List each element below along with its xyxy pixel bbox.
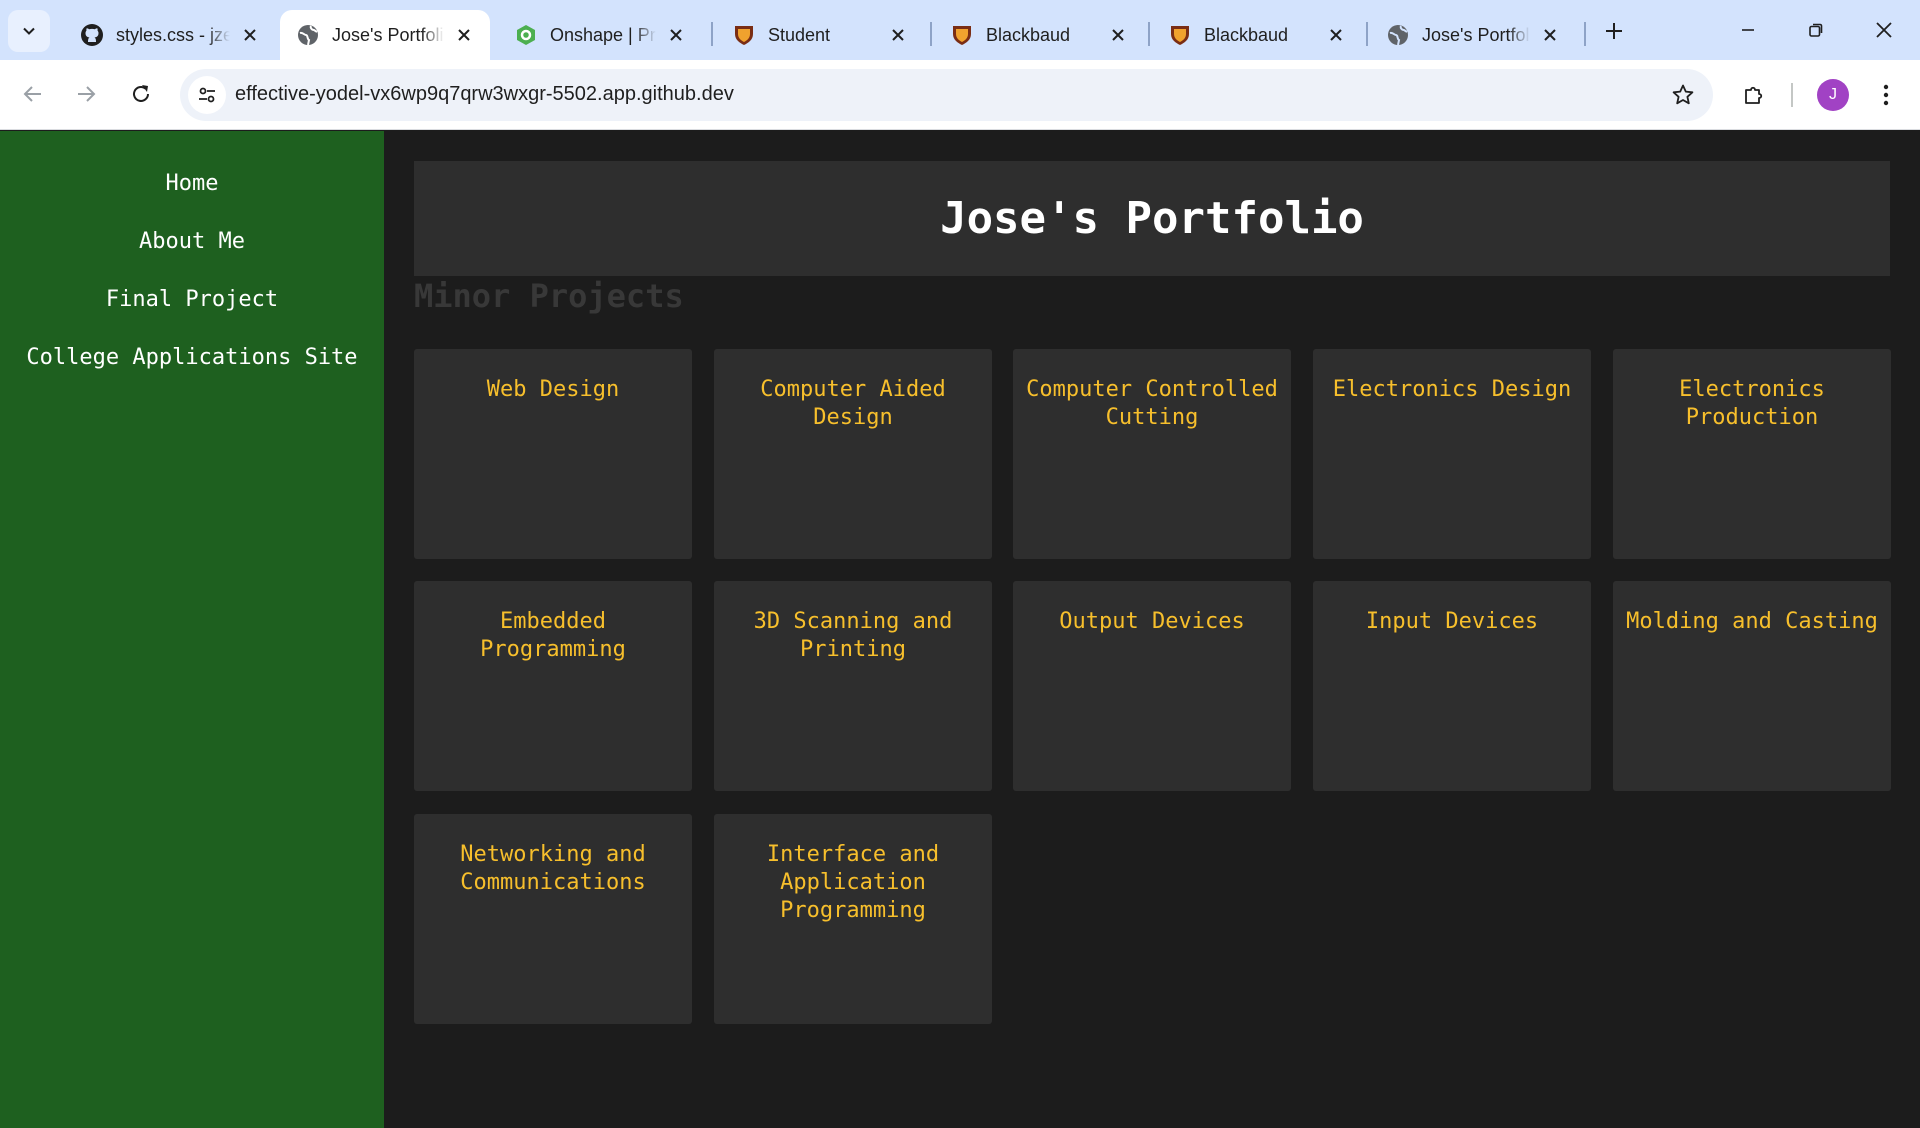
chevron-down-icon	[23, 27, 35, 35]
restore-button[interactable]	[1790, 8, 1842, 52]
bookmark-button[interactable]	[1669, 81, 1697, 109]
project-card-label: Interface and Application Programming	[766, 842, 940, 923]
project-card-embedded-programming[interactable]: Embedded Programming	[414, 581, 692, 791]
tab-styles-css[interactable]: styles.css - jzeledon	[64, 10, 276, 60]
project-card-computer-controlled-cutting[interactable]: Computer Controlled Cutting	[1013, 349, 1291, 559]
tab-blackbaud[interactable]: Blackbaud	[1152, 10, 1362, 60]
close-icon[interactable]	[1538, 23, 1562, 47]
tab-strip: styles.css - jzeledon Jose's Portfolio O…	[0, 0, 1920, 60]
project-card-electronics-design[interactable]: Electronics Design	[1313, 349, 1591, 559]
arrow-right-icon	[78, 86, 96, 102]
page-content: Home About Me Final Project College Appl…	[0, 131, 1920, 1128]
tab-search-button[interactable]	[8, 10, 50, 52]
plus-icon	[1606, 23, 1622, 39]
minimize-button[interactable]	[1722, 8, 1774, 52]
close-icon[interactable]	[1324, 23, 1348, 47]
tab-title: Student	[768, 24, 831, 45]
forward-button[interactable]	[66, 74, 106, 114]
puzzle-icon	[1745, 86, 1763, 104]
close-icon[interactable]	[886, 23, 910, 47]
globe-icon	[296, 23, 320, 47]
project-card-3d-scanning-printing[interactable]: 3D Scanning and Printing	[714, 581, 992, 791]
project-card-label: Computer Aided Design	[760, 377, 946, 430]
tab-joses-portfolio-2[interactable]: Jose's Portfolio	[1370, 10, 1576, 60]
project-card-label: Embedded Programming	[480, 609, 626, 662]
section-title: Minor Projects	[414, 277, 684, 315]
project-card-label: Networking and Communications	[460, 842, 646, 895]
arrow-left-icon	[23, 86, 41, 102]
profile-avatar[interactable]: J	[1817, 79, 1849, 111]
tab-joses-portfolio[interactable]: Jose's Portfolio	[280, 10, 490, 60]
tab-title: Onshape | Projects	[550, 24, 656, 45]
blackbaud-shield-icon	[732, 23, 756, 47]
github-icon	[80, 23, 104, 47]
globe-icon	[1386, 23, 1410, 47]
new-tab-button[interactable]	[1594, 14, 1634, 48]
project-card-label: 3D Scanning and Printing	[753, 609, 953, 662]
reload-icon	[133, 85, 149, 102]
tab-separator	[930, 22, 932, 46]
sidebar-item-about-me[interactable]: About Me	[0, 227, 384, 257]
sidebar-item-college-applications[interactable]: College Applications Site	[0, 343, 384, 373]
menu-button[interactable]	[1868, 77, 1904, 113]
project-card-networking-communications[interactable]: Networking and Communications	[414, 814, 692, 1024]
project-card-input-devices[interactable]: Input Devices	[1313, 581, 1591, 791]
project-card-computer-aided-design[interactable]: Computer Aided Design	[714, 349, 992, 559]
project-card-label: Input Devices	[1365, 609, 1539, 634]
back-button[interactable]	[13, 74, 53, 114]
project-card-interface-application-programming[interactable]: Interface and Application Programming	[714, 814, 992, 1024]
restore-icon	[1809, 23, 1823, 37]
toolbar-divider	[1791, 83, 1793, 107]
site-info-button[interactable]	[188, 76, 226, 114]
project-card-label: Output Devices	[1059, 609, 1245, 634]
extensions-button[interactable]	[1736, 77, 1772, 113]
reload-button[interactable]	[121, 74, 161, 114]
project-card-label: Computer Controlled Cutting	[1026, 377, 1278, 430]
project-card-label: Electronics Production	[1679, 377, 1825, 430]
project-card-electronics-production[interactable]: Electronics Production	[1613, 349, 1891, 559]
tab-blackbaud[interactable]: Blackbaud	[934, 10, 1144, 60]
tune-icon	[199, 87, 215, 103]
tab-title: Blackbaud	[986, 24, 1071, 45]
tab-title: Jose's Portfolio	[332, 24, 444, 45]
close-icon[interactable]	[238, 23, 262, 47]
tab-separator	[711, 22, 713, 46]
star-icon	[1672, 84, 1694, 105]
project-card-output-devices[interactable]: Output Devices	[1013, 581, 1291, 791]
close-icon[interactable]	[452, 23, 476, 47]
project-card-web-design[interactable]: Web Design	[414, 349, 692, 559]
tab-title: Blackbaud	[1204, 24, 1289, 45]
page-header: Jose's Portfolio	[414, 161, 1890, 276]
minimize-icon	[1742, 29, 1754, 31]
blackbaud-shield-icon	[1168, 23, 1192, 47]
project-card-label: Molding and Casting	[1626, 609, 1878, 634]
tab-onshape[interactable]: Onshape | Projects	[498, 10, 702, 60]
sidebar-item-home[interactable]: Home	[0, 169, 384, 199]
tab-separator	[1584, 22, 1586, 46]
close-icon	[1876, 22, 1892, 38]
address-bar[interactable]: effective-yodel-vx6wp9q7qrw3wxgr-5502.ap…	[180, 69, 1713, 121]
onshape-icon	[514, 23, 538, 47]
tab-title: Jose's Portfolio	[1422, 24, 1530, 45]
tab-title: styles.css - jzeledon	[116, 24, 230, 45]
project-card-label: Electronics Design	[1332, 377, 1572, 402]
page-title: Jose's Portfolio	[940, 193, 1364, 244]
close-window-button[interactable]	[1858, 8, 1910, 52]
more-vert-icon	[1883, 84, 1889, 106]
tab-separator	[1148, 22, 1150, 46]
close-icon[interactable]	[1106, 23, 1130, 47]
browser-toolbar: effective-yodel-vx6wp9q7qrw3wxgr-5502.ap…	[0, 60, 1920, 130]
tab-separator	[1366, 22, 1368, 46]
project-card-molding-casting[interactable]: Molding and Casting	[1613, 581, 1891, 791]
project-card-label: Web Design	[486, 377, 620, 402]
sidebar-item-final-project[interactable]: Final Project	[0, 285, 384, 315]
blackbaud-shield-icon	[950, 23, 974, 47]
tab-student[interactable]: Student	[716, 10, 924, 60]
sidebar: Home About Me Final Project College Appl…	[0, 131, 384, 1128]
url-text[interactable]: effective-yodel-vx6wp9q7qrw3wxgr-5502.ap…	[235, 83, 734, 106]
close-icon[interactable]	[664, 23, 688, 47]
